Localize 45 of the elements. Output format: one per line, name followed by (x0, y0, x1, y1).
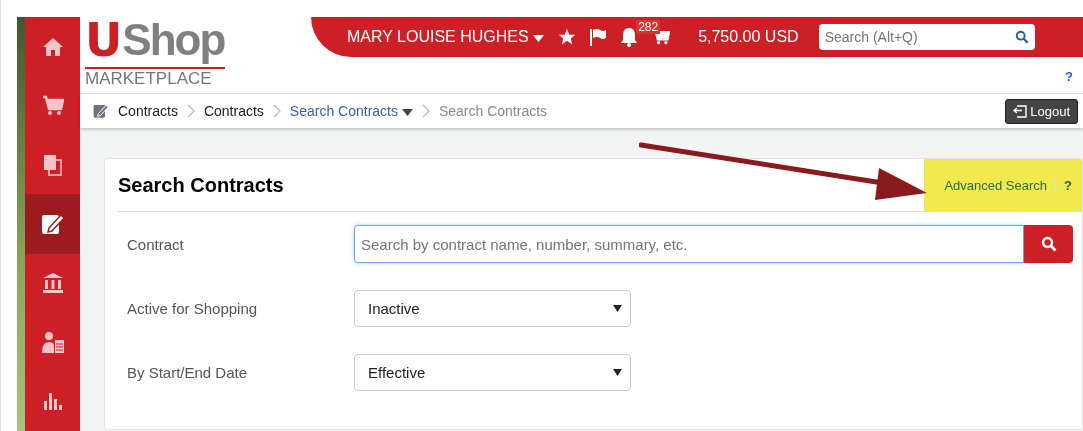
logo-tagline: MARKETPLACE (85, 69, 213, 89)
house-icon (41, 36, 64, 57)
search-icon (1040, 236, 1057, 252)
document-pencil-icon (93, 103, 109, 119)
logout-button[interactable]: Logout (1005, 98, 1078, 124)
chevron-icon (186, 104, 195, 118)
caret-icon (613, 304, 622, 312)
chevron-icon (272, 104, 281, 118)
notification-count: 282 (636, 20, 661, 34)
breadcrumb[interactable]: Contracts (203, 103, 264, 119)
advanced-search-link[interactable]: Advanced Search (944, 177, 1057, 193)
field-label: By Start/End Date (126, 363, 249, 381)
breadcrumb[interactable]: Contracts (118, 103, 178, 119)
help-link[interactable]: ? (1064, 177, 1072, 193)
field-label: Active for Shopping (126, 299, 259, 317)
bar-chart-icon (41, 391, 64, 412)
bell-icon[interactable] (620, 27, 639, 47)
dropdown[interactable]: Inactive (354, 289, 631, 327)
documents-icon (42, 153, 63, 176)
search-button[interactable] (1024, 225, 1073, 263)
help-link[interactable]: ? (1065, 69, 1073, 84)
breadcrumb: Search Contracts (438, 103, 548, 119)
sidebar-item[interactable] (25, 194, 80, 254)
user-menu[interactable]: MARY LOUISE HUGHES (347, 28, 545, 46)
document-pencil-icon (40, 212, 65, 236)
field-label: Contract (126, 235, 185, 253)
person-clipboard-icon (40, 330, 65, 355)
chevron-icon (421, 104, 430, 118)
search-field[interactable]: Search (Alt+Q) (818, 24, 1035, 50)
dropdown[interactable]: Effective (354, 353, 631, 391)
flag-icon[interactable] (590, 28, 607, 46)
search-icon[interactable] (1014, 30, 1029, 44)
caret-icon (401, 109, 413, 116)
cart-total[interactable]: 5,750.00 USD (698, 28, 799, 46)
breadcrumb-menu[interactable]: Search Contracts (289, 103, 413, 119)
card-title: Search Contracts (118, 173, 284, 197)
logo-word: Shop (122, 17, 225, 63)
logout-icon (1013, 104, 1028, 118)
cart-icon (41, 94, 64, 117)
contract-search-field[interactable]: Search by contract name, number, summary, etc. (354, 225, 1024, 263)
bank-icon (41, 272, 64, 295)
caret-icon (613, 368, 622, 376)
logo-letter: U (85, 17, 123, 63)
caret-icon (533, 35, 545, 42)
star-icon[interactable] (558, 28, 577, 46)
